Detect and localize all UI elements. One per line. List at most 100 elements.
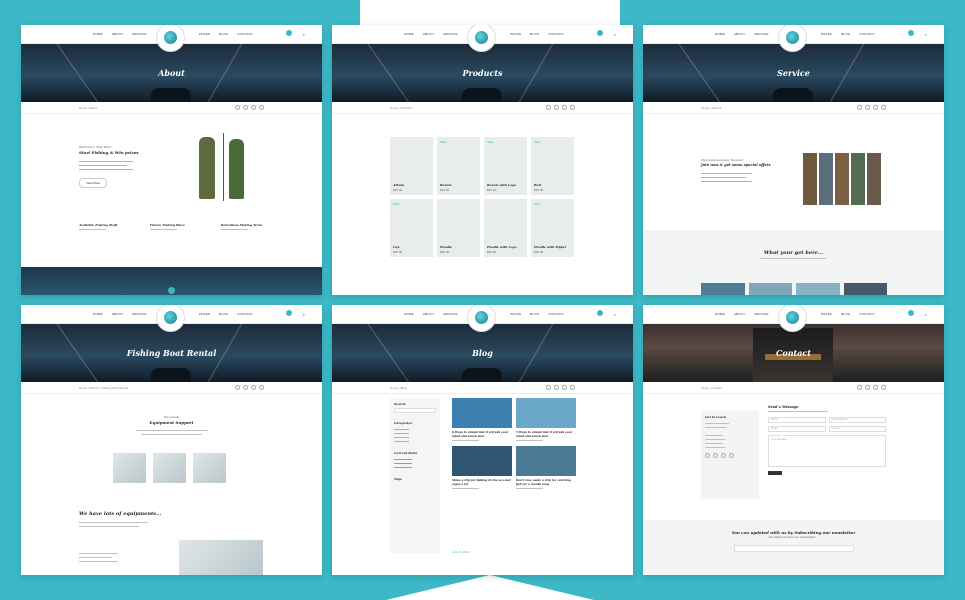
google-icon[interactable]: [251, 105, 256, 110]
nav-home[interactable]: Home: [93, 32, 103, 36]
blog-post[interactable]: Don't lose make a trip for catching fish…: [516, 446, 576, 490]
email-field[interactable]: Email Address: [828, 417, 886, 423]
facebook-icon[interactable]: [857, 105, 862, 110]
rss-icon[interactable]: [729, 453, 734, 458]
rss-icon[interactable]: [259, 105, 264, 110]
search-icon[interactable]: ⌕: [303, 32, 305, 37]
nav-blog[interactable]: Blog: [219, 312, 228, 316]
cart-icon[interactable]: [286, 310, 292, 316]
product-card[interactable]: Sale! Beanie with Logo $35.00: [484, 137, 527, 195]
nav-about[interactable]: About: [112, 312, 123, 316]
breadcrumb-text[interactable]: Home / Service / Fishing Boat Rental: [79, 386, 128, 390]
nav-service[interactable]: Service: [132, 32, 147, 36]
breadcrumb-text[interactable]: Home / About: [79, 106, 97, 110]
nav-about[interactable]: About: [112, 32, 123, 36]
subject-field[interactable]: Subject: [828, 426, 886, 432]
blog-post[interactable]: 5 Ways to simple but it refresh your min…: [516, 398, 576, 442]
google-icon[interactable]: [873, 385, 878, 390]
facebook-icon[interactable]: [546, 105, 551, 110]
google-icon[interactable]: [721, 453, 726, 458]
nav-home[interactable]: Home: [404, 312, 414, 316]
nav-blog[interactable]: Blog: [841, 32, 850, 36]
nav-blog[interactable]: Blog: [530, 32, 539, 36]
cart-icon[interactable]: [908, 30, 914, 36]
cart-icon[interactable]: [597, 30, 603, 36]
product-card[interactable]: Hoodie $35.00: [437, 199, 480, 257]
nav-pages[interactable]: Pages: [510, 32, 521, 36]
equipment-thumb[interactable]: [153, 453, 186, 483]
blog-post[interactable]: Make a trip for fishing in the sea and e…: [452, 446, 512, 490]
newsletter-input[interactable]: [733, 545, 854, 552]
nav-service[interactable]: Service: [132, 312, 147, 316]
name-field[interactable]: Name: [768, 417, 826, 423]
nav-pages[interactable]: Pages: [199, 32, 210, 36]
twitter-icon[interactable]: [865, 385, 870, 390]
nav-service[interactable]: Service: [443, 312, 458, 316]
nav-about[interactable]: About: [423, 32, 434, 36]
search-icon[interactable]: ⌕: [614, 312, 616, 317]
product-card[interactable]: Hoodie with Logo $35.00: [484, 199, 527, 257]
nav-about[interactable]: About: [423, 312, 434, 316]
nav-contact[interactable]: Contact: [548, 32, 564, 36]
nav-contact[interactable]: Contact: [859, 312, 875, 316]
rss-icon[interactable]: [881, 105, 886, 110]
cart-icon[interactable]: [908, 310, 914, 316]
rss-icon[interactable]: [881, 385, 886, 390]
product-card[interactable]: Sale! Belt $35.00: [531, 137, 574, 195]
blog-post[interactable]: 6 Ways to simple but it refresh your min…: [452, 398, 512, 442]
search-icon[interactable]: ⌕: [614, 32, 616, 37]
nav-about[interactable]: About: [734, 32, 745, 36]
nav-service[interactable]: Service: [754, 312, 769, 316]
message-field[interactable]: Your Message: [768, 435, 886, 467]
product-card[interactable]: Sale! Hoodie with Zipper $35.00: [531, 199, 574, 257]
google-icon[interactable]: [562, 105, 567, 110]
breadcrumb-text[interactable]: Home / Blog: [390, 386, 407, 390]
facebook-icon[interactable]: [705, 453, 710, 458]
play-icon[interactable]: [168, 287, 175, 294]
twitter-icon[interactable]: [243, 385, 248, 390]
search-icon[interactable]: ⌕: [303, 312, 305, 317]
google-icon[interactable]: [251, 385, 256, 390]
facebook-icon[interactable]: [235, 105, 240, 110]
search-icon[interactable]: ⌕: [925, 32, 927, 37]
product-card[interactable]: Sale! Beanie $35.00: [437, 137, 480, 195]
facebook-icon[interactable]: [857, 385, 862, 390]
nav-service[interactable]: Service: [754, 32, 769, 36]
nav-home[interactable]: Home: [93, 312, 103, 316]
nav-pages[interactable]: Pages: [821, 312, 832, 316]
search-icon[interactable]: ⌕: [925, 312, 927, 317]
nav-contact[interactable]: Contact: [859, 32, 875, 36]
nav-about[interactable]: About: [734, 312, 745, 316]
nav-home[interactable]: Home: [715, 32, 725, 36]
nav-pages[interactable]: Pages: [199, 312, 210, 316]
nav-pages[interactable]: Pages: [510, 312, 521, 316]
cart-icon[interactable]: [597, 310, 603, 316]
cart-icon[interactable]: [286, 30, 292, 36]
nav-home[interactable]: Home: [715, 312, 725, 316]
rss-icon[interactable]: [259, 385, 264, 390]
nav-service[interactable]: Service: [443, 32, 458, 36]
nav-blog[interactable]: Blog: [841, 312, 850, 316]
nav-contact[interactable]: Contact: [237, 312, 253, 316]
view-more-button[interactable]: View More: [79, 178, 108, 188]
rss-icon[interactable]: [570, 385, 575, 390]
twitter-icon[interactable]: [713, 453, 718, 458]
twitter-icon[interactable]: [554, 105, 559, 110]
phone-field[interactable]: Phone: [768, 426, 826, 432]
twitter-icon[interactable]: [243, 105, 248, 110]
google-icon[interactable]: [873, 105, 878, 110]
twitter-icon[interactable]: [554, 385, 559, 390]
twitter-icon[interactable]: [865, 105, 870, 110]
breadcrumb-text[interactable]: Home / Contact: [701, 386, 722, 390]
product-card[interactable]: Album $35.00: [390, 137, 433, 195]
send-button[interactable]: [768, 471, 782, 475]
breadcrumb-text[interactable]: Home / Service: [701, 106, 722, 110]
facebook-icon[interactable]: [546, 385, 551, 390]
rss-icon[interactable]: [570, 105, 575, 110]
facebook-icon[interactable]: [235, 385, 240, 390]
nav-contact[interactable]: Contact: [237, 32, 253, 36]
nav-blog[interactable]: Blog: [530, 312, 539, 316]
google-icon[interactable]: [562, 385, 567, 390]
nav-contact[interactable]: Contact: [548, 312, 564, 316]
nav-pages[interactable]: Pages: [821, 32, 832, 36]
